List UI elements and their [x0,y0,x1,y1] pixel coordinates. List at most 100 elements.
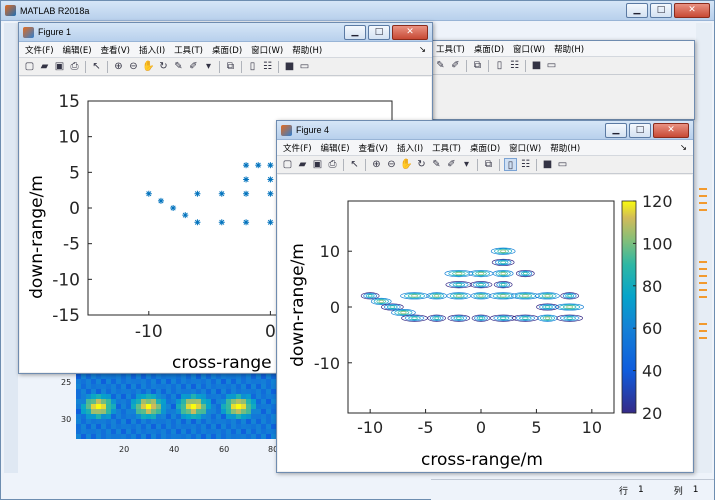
heatmap-cell [126,414,132,420]
maximize-button[interactable]: □ [368,25,390,40]
print-icon[interactable]: ⎙ [68,60,81,73]
heatmap-cell [171,394,177,400]
menu-window[interactable]: 窗口(W) [509,142,541,154]
menu-view[interactable]: 查看(V) [101,44,130,56]
heatmap-cell [161,424,167,430]
heatmap-cell [246,419,252,425]
new-file-icon[interactable]: ▢ [23,60,36,73]
menu-insert[interactable]: 插入(I) [139,44,165,56]
pan-icon[interactable]: ✋ [142,60,155,73]
data-cursor-icon[interactable]: ✎ [430,158,443,171]
heatmap-cell [191,399,197,405]
menu-help[interactable]: 帮助(H) [292,44,322,56]
minimize-button[interactable]: ▁ [344,25,366,40]
colorbar-icon[interactable]: ▯ [504,158,517,171]
menu-edit[interactable]: 编辑(E) [321,142,350,154]
heatmap-cell [121,414,127,420]
heatmap-cell [236,374,242,380]
minimize-button[interactable]: ▁ [626,3,648,18]
data-cursor-icon[interactable]: ✎ [434,59,447,72]
heatmap-cell [191,379,197,385]
heatmap-cell [266,434,272,440]
zoom-out-icon[interactable]: ⊖ [385,158,398,171]
save-icon[interactable]: ▣ [53,60,66,73]
menu-item[interactable]: 帮助(H) [554,43,584,55]
close-button[interactable]: ✕ [653,123,689,138]
heatmap-cell [86,424,92,430]
menu-file[interactable]: 文件(F) [283,142,312,154]
minimize-button[interactable]: ▁ [605,123,627,138]
print-icon[interactable]: ⎙ [326,158,339,171]
link-icon[interactable]: ⧉ [471,59,484,72]
pointer-icon[interactable]: ↖ [348,158,361,171]
menu-desktop[interactable]: 桌面(D) [212,44,242,56]
hide-tools-icon[interactable]: ■ [541,158,554,171]
heatmap-cell [246,374,252,380]
heatmap-cell [246,379,252,385]
menu-item[interactable]: 窗口(W) [513,43,545,55]
hide-tools-icon[interactable]: ■ [283,60,296,73]
rotate-icon[interactable]: ↻ [415,158,428,171]
legend-icon[interactable]: ☷ [508,59,521,72]
maximize-button[interactable]: □ [650,3,672,18]
brush-icon[interactable]: ✐ [187,60,200,73]
heatmap-cell [266,404,272,410]
zoom-in-icon[interactable]: ⊕ [112,60,125,73]
dropdown-arrow-icon[interactable]: ▾ [202,60,215,73]
heatmap-cell [241,379,247,385]
pan-icon[interactable]: ✋ [400,158,413,171]
menu-overflow-icon[interactable]: ↘ [419,45,426,55]
brush-icon[interactable]: ✐ [445,158,458,171]
rotate-icon[interactable]: ↻ [157,60,170,73]
hide-tools-icon[interactable]: ■ [530,59,543,72]
menu-file[interactable]: 文件(F) [25,44,54,56]
heatmap-cell [156,389,162,395]
legend-icon[interactable]: ☷ [519,158,532,171]
menu-help[interactable]: 帮助(H) [550,142,580,154]
menu-overflow-icon[interactable]: ↘ [680,143,687,153]
link-icon[interactable]: ⧉ [224,60,237,73]
bg-toolbar: ✎ ✐ ⧉ ▯ ☷ ■ ▭ [430,57,694,75]
heatmap-cell [226,399,232,405]
menu-item[interactable]: 桌面(D) [474,43,504,55]
open-folder-icon[interactable]: ▰ [296,158,309,171]
open-folder-icon[interactable]: ▰ [38,60,51,73]
menu-insert[interactable]: 插入(I) [397,142,423,154]
close-button[interactable]: ✕ [674,3,710,18]
dock-icon[interactable]: ▭ [298,60,311,73]
heatmap-cell [131,434,137,440]
new-file-icon[interactable]: ▢ [281,158,294,171]
heatmap-cell [141,404,147,410]
close-button[interactable]: ✕ [392,25,428,40]
menu-view[interactable]: 查看(V) [359,142,388,154]
menu-window[interactable]: 窗口(W) [251,44,283,56]
heatmap-cell [101,429,107,435]
background-figure-window: 工具(T) 桌面(D) 窗口(W) 帮助(H) ✎ ✐ ⧉ ▯ ☷ ■ ▭ [430,40,695,120]
dropdown-arrow-icon[interactable]: ▾ [460,158,473,171]
menu-desktop[interactable]: 桌面(D) [470,142,500,154]
heatmap-cell [131,379,137,385]
heatmap-cell [176,434,182,440]
link-icon[interactable]: ⧉ [482,158,495,171]
heatmap-cell [76,399,82,405]
dock-icon[interactable]: ▭ [545,59,558,72]
legend-icon[interactable]: ☷ [261,60,274,73]
maximize-button[interactable]: □ [629,123,651,138]
menu-item[interactable]: 工具(T) [436,43,465,55]
heatmap-cell [111,404,117,410]
pointer-icon[interactable]: ↖ [90,60,103,73]
heatmap-cell [176,379,182,385]
menu-tools[interactable]: 工具(T) [432,142,461,154]
colorbar-icon[interactable]: ▯ [493,59,506,72]
dock-icon[interactable]: ▭ [556,158,569,171]
save-icon[interactable]: ▣ [311,158,324,171]
menu-tools[interactable]: 工具(T) [174,44,203,56]
heatmap-cell [126,429,132,435]
brush-icon[interactable]: ✐ [449,59,462,72]
zoom-in-icon[interactable]: ⊕ [370,158,383,171]
data-cursor-icon[interactable]: ✎ [172,60,185,73]
fig1-scatter-point [194,219,201,226]
colorbar-icon[interactable]: ▯ [246,60,259,73]
menu-edit[interactable]: 编辑(E) [63,44,92,56]
zoom-out-icon[interactable]: ⊖ [127,60,140,73]
